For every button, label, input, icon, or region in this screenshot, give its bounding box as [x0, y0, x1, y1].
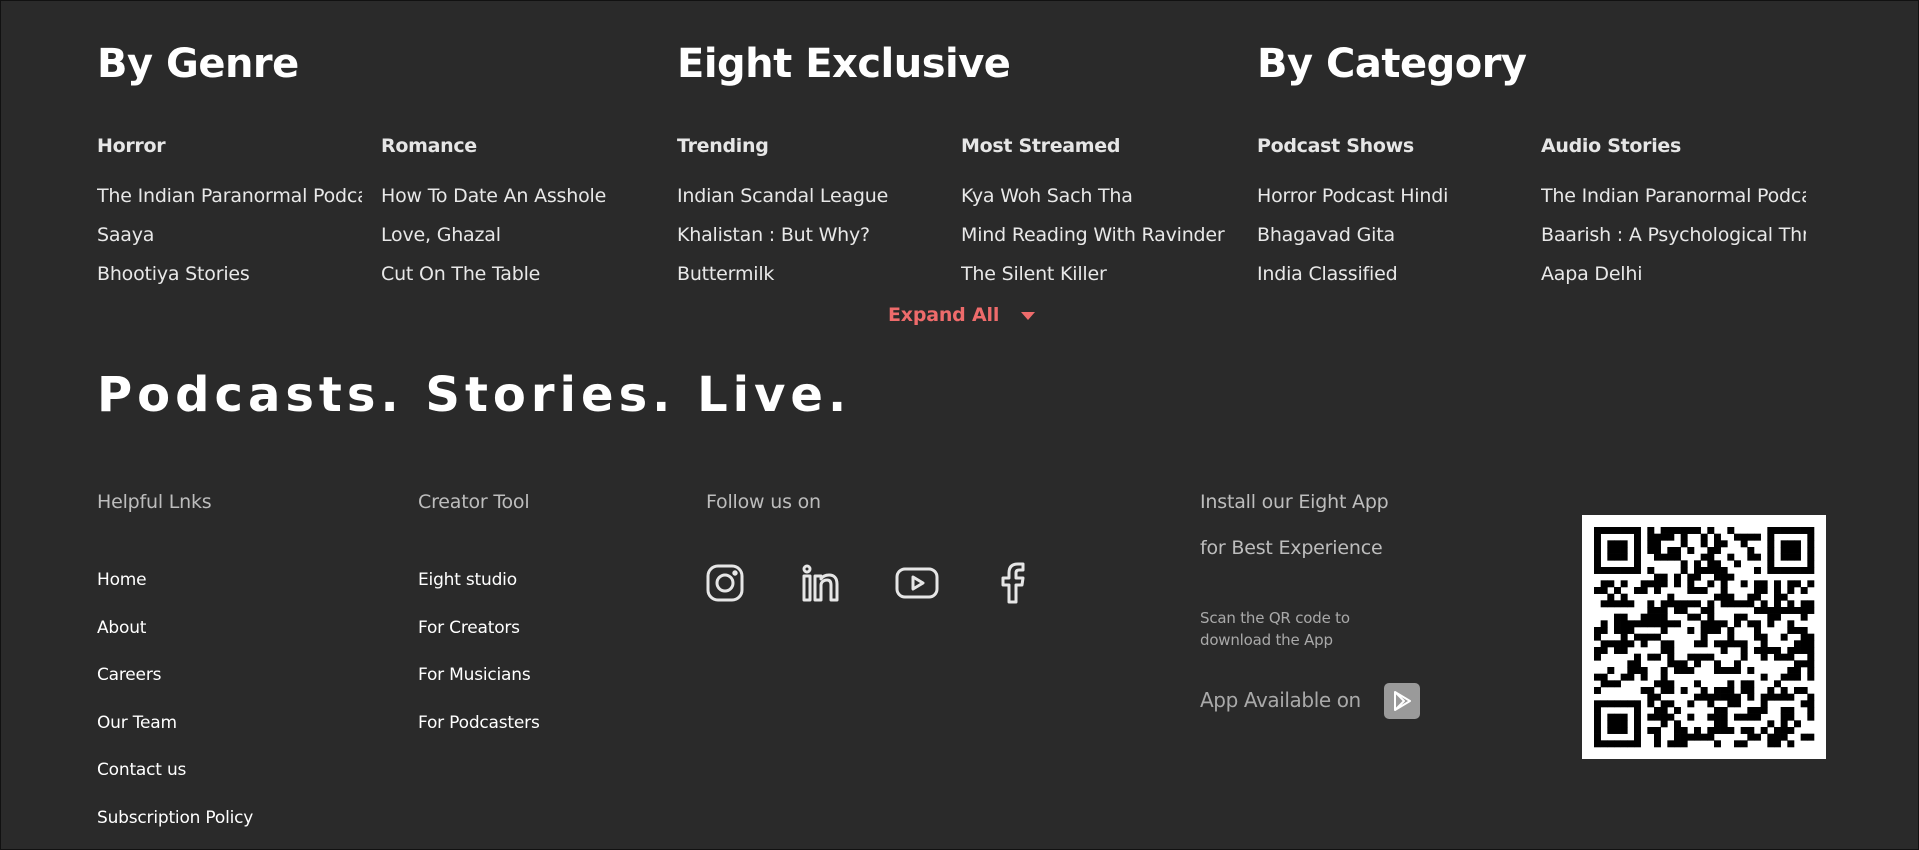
footer-link-subscription-policy[interactable]: Subscription Policy [97, 795, 253, 843]
column-heading: Audio Stories [1541, 135, 1682, 157]
footer-link-for-podcasters[interactable]: For Podcasters [418, 700, 540, 748]
footer-page: By Genre Horror The Indian Paranormal Po… [0, 0, 1919, 850]
list-link[interactable]: Bhootiya Stories [97, 255, 362, 294]
footer-link-eight-studio[interactable]: Eight studio [418, 557, 540, 605]
section-title-exclusive: Eight Exclusive [677, 41, 1011, 87]
exclusive-column-trending: Trending Indian Scandal League Khalistan… [677, 135, 947, 303]
link-list: The Indian Paranormal Podcast Baarish : … [1541, 177, 1811, 303]
creator-tool-column: Creator Tool Eight studio For Creators F… [418, 491, 540, 747]
list-link[interactable]: Love, Ghazal [381, 216, 646, 255]
google-play-icon[interactable] [1384, 683, 1420, 719]
link-list: Indian Scandal League Khalistan : But Wh… [677, 177, 947, 303]
list-link[interactable]: Khalistan : But Why? [677, 216, 942, 255]
qr-code-image [1594, 527, 1815, 748]
app-available-text: App Available on [1200, 688, 1361, 712]
qr-code [1582, 515, 1826, 759]
footer-link-our-team[interactable]: Our Team [97, 700, 253, 748]
category-column-podcast-shows: Podcast Shows Horror Podcast Hindi Bhaga… [1257, 135, 1527, 303]
genre-column-romance: Romance How To Date An Asshole Love, Gha… [381, 135, 651, 303]
footer-link-for-musicians[interactable]: For Musicians [418, 652, 540, 700]
column-heading: Trending [677, 135, 769, 157]
tagline: Podcasts. Stories. Live. [97, 367, 852, 423]
social-links [703, 561, 1035, 605]
scan-qr-text: Scan the QR code to download the App [1200, 609, 1350, 649]
column-heading: Romance [381, 135, 477, 157]
helpful-links-heading: Helpful Lnks [97, 491, 212, 513]
link-list: How To Date An Asshole Love, Ghazal Cut … [381, 177, 651, 303]
exclusive-column-most-streamed: Most Streamed Kya Woh Sach Tha Mind Read… [961, 135, 1231, 303]
link-list: Kya Woh Sach Tha Mind Reading With Ravin… [961, 177, 1231, 303]
linkedin-icon[interactable] [799, 561, 843, 605]
category-column-audio-stories: Audio Stories The Indian Paranormal Podc… [1541, 135, 1811, 303]
column-heading: Most Streamed [961, 135, 1121, 157]
footer-link-contact[interactable]: Contact us [97, 747, 253, 795]
list-link[interactable]: How To Date An Asshole [381, 177, 646, 216]
footer-link-about[interactable]: About [97, 605, 253, 653]
facebook-icon[interactable] [991, 561, 1035, 605]
list-link[interactable]: The Indian Paranormal Podcast [97, 177, 362, 216]
expand-all-button[interactable]: Expand All [888, 304, 1036, 326]
list-link[interactable]: Aapa Delhi [1541, 255, 1806, 294]
list-link[interactable]: Mind Reading With Ravinder [961, 216, 1226, 255]
footer-link-for-creators[interactable]: For Creators [418, 605, 540, 653]
genre-column-horror: Horror The Indian Paranormal Podcast Saa… [97, 135, 367, 303]
footer-link-careers[interactable]: Careers [97, 652, 253, 700]
list-link[interactable]: Kya Woh Sach Tha [961, 177, 1226, 216]
follow-column: Follow us on [706, 491, 821, 513]
link-list: The Indian Paranormal Podcast Saaya Bhoo… [97, 177, 367, 303]
link-list: Horror Podcast Hindi Bhagavad Gita India… [1257, 177, 1527, 303]
helpful-links-column: Helpful Lnks Home About Careers Our Team… [97, 491, 253, 842]
youtube-icon[interactable] [895, 561, 939, 605]
list-link[interactable]: Saaya [97, 216, 362, 255]
instagram-icon[interactable] [703, 561, 747, 605]
section-title-genre: By Genre [97, 41, 299, 87]
list-link[interactable]: Horror Podcast Hindi [1257, 177, 1522, 216]
list-link[interactable]: The Indian Paranormal Podcast [1541, 177, 1806, 216]
install-app-line1: Install our Eight App [1200, 491, 1389, 513]
column-heading: Podcast Shows [1257, 135, 1414, 157]
section-title-category: By Category [1257, 41, 1527, 87]
creator-tool-heading: Creator Tool [418, 491, 530, 513]
list-link[interactable]: Bhagavad Gita [1257, 216, 1522, 255]
list-link[interactable]: India Classified [1257, 255, 1522, 294]
footer-link-home[interactable]: Home [97, 557, 253, 605]
column-heading: Horror [97, 135, 166, 157]
creator-tool-list: Eight studio For Creators For Musicians … [418, 557, 540, 747]
helpful-links-list: Home About Careers Our Team Contact us S… [97, 557, 253, 842]
list-link[interactable]: Indian Scandal League [677, 177, 942, 216]
expand-all-label: Expand All [888, 304, 1000, 326]
list-link[interactable]: Buttermilk [677, 255, 942, 294]
install-app-line2: for Best Experience [1200, 537, 1383, 559]
follow-heading: Follow us on [706, 491, 821, 513]
caret-down-icon [1021, 312, 1036, 320]
list-link[interactable]: Cut On The Table [381, 255, 646, 294]
list-link[interactable]: Baarish : A Psychological Thriller [1541, 216, 1806, 255]
list-link[interactable]: The Silent Killer [961, 255, 1226, 294]
